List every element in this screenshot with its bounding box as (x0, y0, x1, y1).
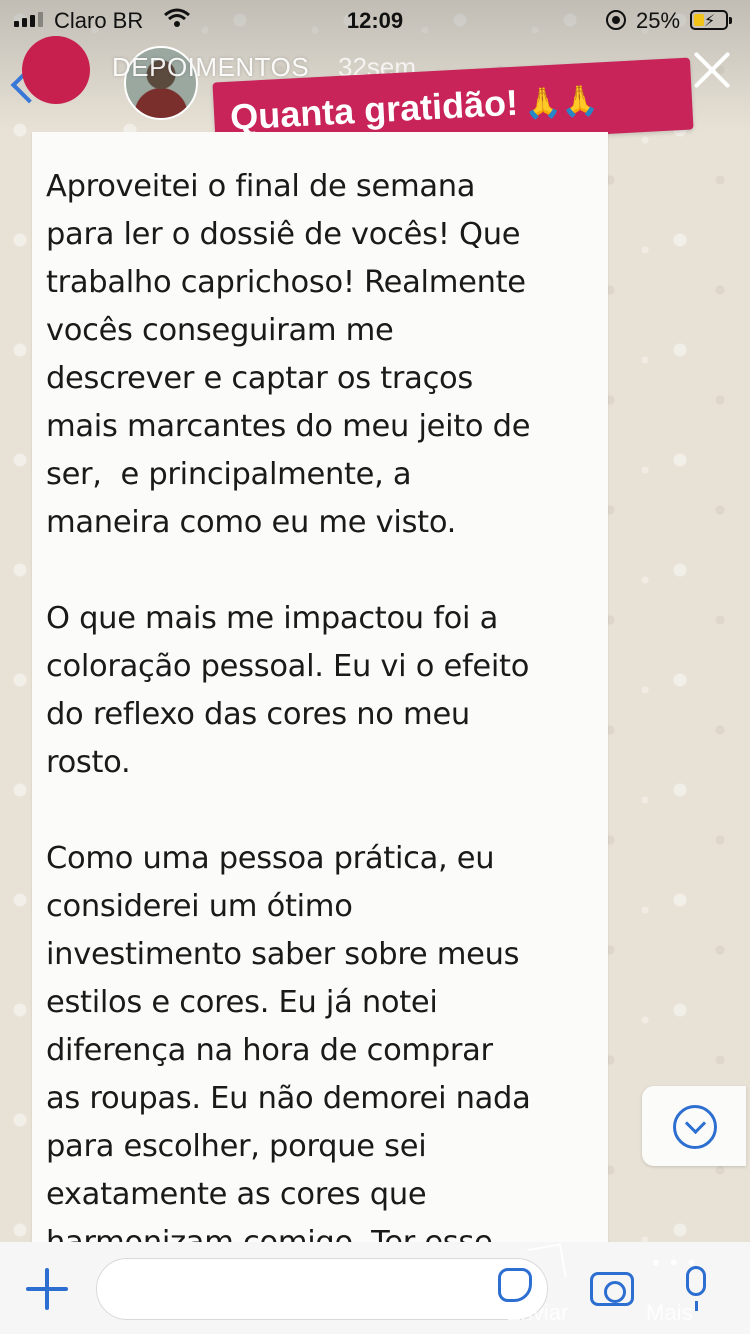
scroll-to-bottom-button[interactable] (642, 1086, 746, 1166)
close-icon[interactable] (690, 48, 734, 92)
message-bubble: Aproveitei o final de semana para ler o … (32, 132, 608, 1242)
message-paragraph-1: Aproveitei o final de semana para ler o … (46, 169, 531, 540)
message-input-bar (0, 1242, 750, 1334)
send-arrow-icon[interactable] (527, 1243, 567, 1283)
user-avatar-dot (22, 36, 90, 104)
more-label[interactable]: Mais (646, 1300, 692, 1326)
message-input[interactable] (96, 1258, 548, 1320)
sticker-text: Quanta gratidão! (229, 81, 519, 138)
camera-icon[interactable] (590, 1272, 634, 1306)
message-paragraph-3: Como uma pessoa prática, eu considerei u… (46, 841, 531, 1242)
praying-hands-emoji: 🙏🙏 (523, 84, 600, 122)
chevron-down-circle-icon (673, 1105, 717, 1149)
send-label[interactable]: Enviar (506, 1300, 568, 1326)
message-paragraph-2: O que mais me impactou foi a coloração p… (46, 601, 530, 780)
battery-icon: ⚡ (690, 10, 732, 30)
plus-icon[interactable] (26, 1268, 68, 1310)
more-dots-icon[interactable]: • • • (652, 1250, 697, 1276)
orientation-lock-icon (606, 10, 626, 30)
